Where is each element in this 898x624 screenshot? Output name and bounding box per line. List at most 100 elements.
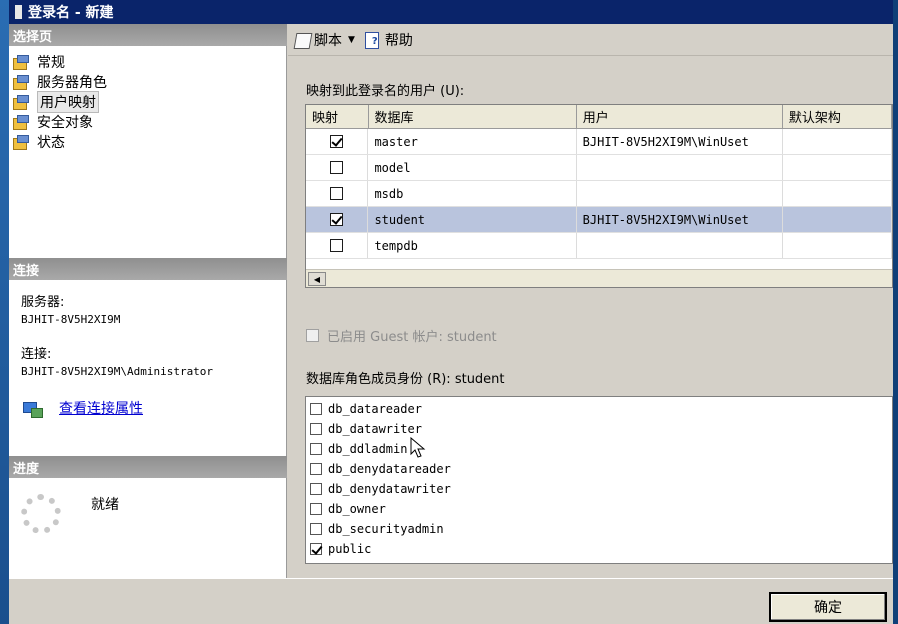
- col-header-database[interactable]: 数据库: [369, 105, 577, 128]
- dialog-footer: 确定: [9, 578, 893, 624]
- progress-header: 进度: [9, 456, 287, 478]
- page-item[interactable]: 服务器角色: [9, 72, 287, 92]
- left-pane: 选择页 常规 服务器角色 用户映射 安全对象 状态 连接 服务器: BJHIT-8V5H…: [9, 24, 287, 578]
- desktop-edge: [0, 0, 9, 624]
- server-value: BJHIT-8V5H2XI9M: [21, 313, 121, 326]
- role-item[interactable]: db_denydatawriter: [306, 479, 892, 499]
- role-checkbox[interactable]: [310, 443, 322, 455]
- window-icon: [15, 5, 22, 19]
- map-cell: [306, 207, 369, 232]
- horizontal-scrollbar[interactable]: ◀: [306, 269, 892, 287]
- grid-body: master BJHIT-8V5H2XI9M\WinUset model msdb st…: [306, 129, 892, 259]
- guest-enabled-checkbox: [306, 329, 319, 342]
- role-name: db_denydatawriter: [328, 482, 451, 496]
- page-item[interactable]: 用户映射: [9, 91, 287, 113]
- default-schema-cell[interactable]: [783, 129, 892, 154]
- database-role-membership-label: 数据库角色成员身份 (R): student: [306, 372, 505, 387]
- guest-enabled-label: 已启用 Guest 帐户: student: [327, 330, 497, 345]
- view-connection-properties-link[interactable]: 查看连接属性: [59, 398, 143, 418]
- help-button[interactable]: 帮助: [363, 30, 413, 50]
- col-header-user[interactable]: 用户: [577, 105, 783, 128]
- default-schema-cell[interactable]: [783, 181, 892, 206]
- page-icon: [13, 95, 29, 110]
- page-item-label: 服务器角色: [37, 75, 107, 91]
- default-schema-cell[interactable]: [783, 155, 892, 180]
- user-cell[interactable]: [577, 181, 783, 206]
- map-checkbox[interactable]: [330, 135, 344, 148]
- page-item[interactable]: 常规: [9, 52, 287, 72]
- script-label: 脚本: [314, 32, 342, 49]
- database-cell: tempdb: [368, 233, 577, 258]
- grid-header: 映射 数据库 用户 默认架构: [306, 105, 892, 129]
- progress-status: 就绪: [91, 497, 119, 513]
- role-checkbox[interactable]: [310, 543, 322, 555]
- scroll-left-icon[interactable]: ◀: [308, 272, 326, 286]
- role-name: db_denydatareader: [328, 462, 451, 476]
- page-item-label: 用户映射: [37, 91, 99, 113]
- user-cell[interactable]: BJHIT-8V5H2XI9M\WinUset: [577, 207, 783, 232]
- database-cell: model: [368, 155, 577, 180]
- role-item[interactable]: db_ddladmin: [306, 439, 892, 459]
- page-item[interactable]: 状态: [9, 132, 287, 152]
- page-list: 常规服务器角色 用户映射 安全对象 状态: [9, 52, 287, 152]
- connection-label: 连接:: [21, 347, 52, 362]
- role-checkbox[interactable]: [310, 463, 322, 475]
- page-icon: [13, 75, 29, 90]
- user-cell[interactable]: [577, 233, 783, 258]
- page-icon: [13, 55, 29, 70]
- role-checkbox[interactable]: [310, 423, 322, 435]
- title-bar[interactable]: 登录名 - 新建: [9, 0, 893, 24]
- table-row[interactable]: tempdb: [306, 233, 892, 259]
- script-button[interactable]: 脚本 ▼: [292, 30, 355, 50]
- map-checkbox[interactable]: [330, 161, 344, 174]
- col-header-default-schema[interactable]: 默认架构: [783, 105, 892, 128]
- role-name: db_datareader: [328, 402, 422, 416]
- ok-button[interactable]: 确定: [769, 592, 887, 622]
- chevron-down-icon[interactable]: ▼: [348, 35, 355, 45]
- role-checkbox[interactable]: [310, 503, 322, 515]
- page-icon: [13, 115, 29, 130]
- role-item[interactable]: db_owner: [306, 499, 892, 519]
- map-cell: [306, 233, 369, 258]
- progress-spinner-icon: [21, 494, 61, 534]
- select-page-header: 选择页: [9, 24, 287, 46]
- user-mapping-grid[interactable]: 映射 数据库 用户 默认架构 master BJHIT-8V5H2XI9M\Win…: [305, 104, 893, 288]
- role-item[interactable]: public: [306, 539, 892, 559]
- role-name: db_ddladmin: [328, 442, 408, 456]
- map-checkbox[interactable]: [330, 187, 344, 200]
- page-item[interactable]: 安全对象: [9, 112, 287, 132]
- map-cell: [306, 155, 369, 180]
- table-row[interactable]: student BJHIT-8V5H2XI9M\WinUset: [306, 207, 892, 233]
- page-icon: [13, 135, 29, 150]
- right-pane: 脚本 ▼ 帮助 映射到此登录名的用户 (U): 映射 数据库 用户 默认架构 m…: [288, 24, 893, 578]
- page-item-label: 常规: [37, 55, 65, 71]
- map-cell: [306, 181, 369, 206]
- map-cell: [306, 129, 369, 154]
- server-label: 服务器:: [21, 295, 65, 310]
- database-role-list: db_datareader db_datawriter db_ddladmin db_…: [305, 396, 893, 564]
- role-item[interactable]: db_datareader: [306, 399, 892, 419]
- role-item[interactable]: db_denydatareader: [306, 459, 892, 479]
- map-checkbox[interactable]: [330, 239, 344, 252]
- role-checkbox[interactable]: [310, 523, 322, 535]
- map-checkbox[interactable]: [330, 213, 344, 226]
- user-mapping-label: 映射到此登录名的用户 (U):: [306, 84, 465, 99]
- user-cell[interactable]: [577, 155, 783, 180]
- role-checkbox[interactable]: [310, 483, 322, 495]
- table-row[interactable]: master BJHIT-8V5H2XI9M\WinUset: [306, 129, 892, 155]
- user-cell[interactable]: BJHIT-8V5H2XI9M\WinUset: [577, 129, 783, 154]
- role-checkbox[interactable]: [310, 403, 322, 415]
- database-cell: student: [368, 207, 577, 232]
- view-connection-properties[interactable]: 查看连接属性: [23, 398, 143, 418]
- default-schema-cell[interactable]: [783, 207, 892, 232]
- default-schema-cell[interactable]: [783, 233, 892, 258]
- col-header-map[interactable]: 映射: [306, 105, 369, 128]
- help-icon: [363, 31, 381, 49]
- toolbar: 脚本 ▼ 帮助: [288, 24, 893, 56]
- database-cell: msdb: [368, 181, 577, 206]
- role-name: public: [328, 542, 372, 556]
- role-item[interactable]: db_securityadmin: [306, 519, 892, 539]
- table-row[interactable]: msdb: [306, 181, 892, 207]
- role-item[interactable]: db_datawriter: [306, 419, 892, 439]
- table-row[interactable]: model: [306, 155, 892, 181]
